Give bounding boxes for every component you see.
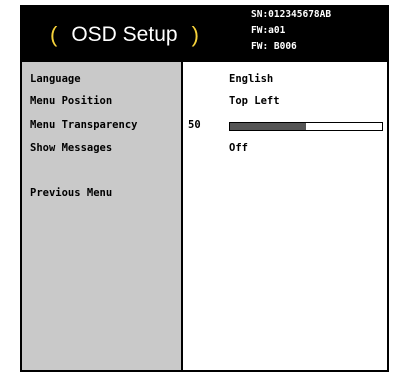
title-paren-right: )	[191, 22, 199, 47]
device-info: SN:012345678AB FW:a01 FW: B006	[251, 7, 386, 55]
serial-number: SN:012345678AB	[251, 9, 332, 20]
menu-item-menu-position[interactable]: Menu Position	[30, 95, 112, 107]
menu-position-value[interactable]: Top Left	[229, 95, 280, 107]
menu-item-menu-transparency[interactable]: Menu Transparency	[30, 119, 137, 131]
menu-list: Language Menu Position Menu Transparency…	[22, 62, 181, 370]
firmware-version-2: FW: B006	[251, 41, 297, 52]
firmware-version-1: FW:a01	[251, 25, 286, 36]
menu-values: English Top Left 50 Off	[183, 62, 387, 370]
transparency-slider[interactable]	[229, 122, 383, 131]
menu-item-previous-menu[interactable]: Previous Menu	[30, 187, 112, 199]
osd-window: ( OSD Setup ) SN:012345678AB FW:a01 FW: …	[20, 5, 389, 372]
show-messages-value[interactable]: Off	[229, 142, 248, 154]
menu-item-show-messages[interactable]: Show Messages	[30, 142, 112, 154]
title-text: OSD Setup	[71, 23, 178, 46]
transparency-slider-fill	[230, 123, 306, 130]
title-paren-left: (	[50, 22, 58, 47]
language-value[interactable]: English	[229, 73, 273, 85]
menu-item-language[interactable]: Language	[30, 73, 81, 85]
osd-header: ( OSD Setup ) SN:012345678AB FW:a01 FW: …	[20, 5, 389, 60]
page-title: ( OSD Setup )	[50, 20, 199, 50]
transparency-value: 50	[188, 119, 201, 131]
